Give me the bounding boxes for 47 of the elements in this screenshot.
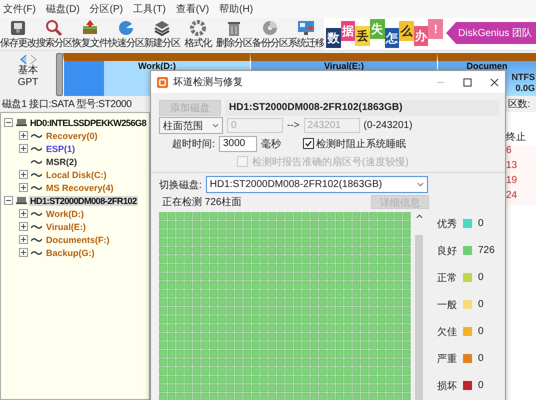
table-cell: 19 <box>506 175 536 190</box>
banner-tile: 么 <box>399 21 414 41</box>
banner-tile: 据 <box>340 21 356 41</box>
partition-detail: NTFS <box>512 72 536 83</box>
disk-info: 磁盘1 接口:SATA 型号:ST2000 <box>2 98 132 111</box>
banner-slogan: DiskGenius 团队 <box>446 22 536 44</box>
legend-label: 欠佳 <box>437 326 457 338</box>
banner-tile: 丢 <box>355 26 370 46</box>
column-header: 终止 <box>506 130 527 145</box>
legend-count: 726 <box>478 245 495 256</box>
legend-count: 0 <box>478 272 484 283</box>
table-cell: 6 <box>506 145 536 160</box>
column-header: 区数: <box>508 98 531 111</box>
legend-label: 良好 <box>437 244 457 258</box>
checkbox-label: 检测时阻止系统睡眠 <box>316 138 406 150</box>
legend-count: 0 <box>478 380 484 391</box>
checkbox-label: 检测时报告准确的扇区号(速度较慢) <box>252 156 409 168</box>
legend-label: 一般 <box>437 298 457 312</box>
timeout-label: 超时时间: <box>171 138 215 150</box>
banner-tile: 失 <box>370 19 385 39</box>
table-cell: 24 <box>506 190 536 205</box>
disk-type-label: 基本 <box>18 65 38 77</box>
legend-label: 优秀 <box>437 218 457 230</box>
partition-detail: 0.0G <box>515 83 536 94</box>
partition-label: Work(D:) <box>137 61 177 72</box>
partition-label: Virual(E:) <box>323 61 365 72</box>
scan-status: 正在检测 726柱面 <box>162 196 242 208</box>
legend-count: 0 <box>478 326 484 337</box>
banner-tile: 怎 <box>384 28 400 48</box>
legend-count: 0 <box>478 353 484 364</box>
dialog-title: 坏道检测与修复 <box>173 76 243 89</box>
banner-tile: ! <box>428 19 444 39</box>
disk-type-label: GPT <box>18 77 38 89</box>
range-arrow: --> <box>287 120 300 131</box>
partition-label: Documen <box>465 61 508 72</box>
disk-name-field: HD1:ST2000DM008-2FR102(1863GB) <box>225 100 499 116</box>
unit-label: 毫秒 <box>261 138 281 150</box>
legend-label: 正常 <box>437 272 457 284</box>
banner-tile: 数 <box>326 28 341 48</box>
switch-disk-label: 切换磁盘: <box>159 178 202 192</box>
legend-count: 0 <box>478 299 484 310</box>
legend-label: 严重 <box>437 352 457 366</box>
legend-label: 损坏 <box>437 380 457 392</box>
banner-tile: 办 <box>414 26 428 46</box>
table-cell: 13 <box>506 160 536 175</box>
range-hint: (0-243201) <box>364 120 412 131</box>
legend-count: 0 <box>478 218 484 229</box>
